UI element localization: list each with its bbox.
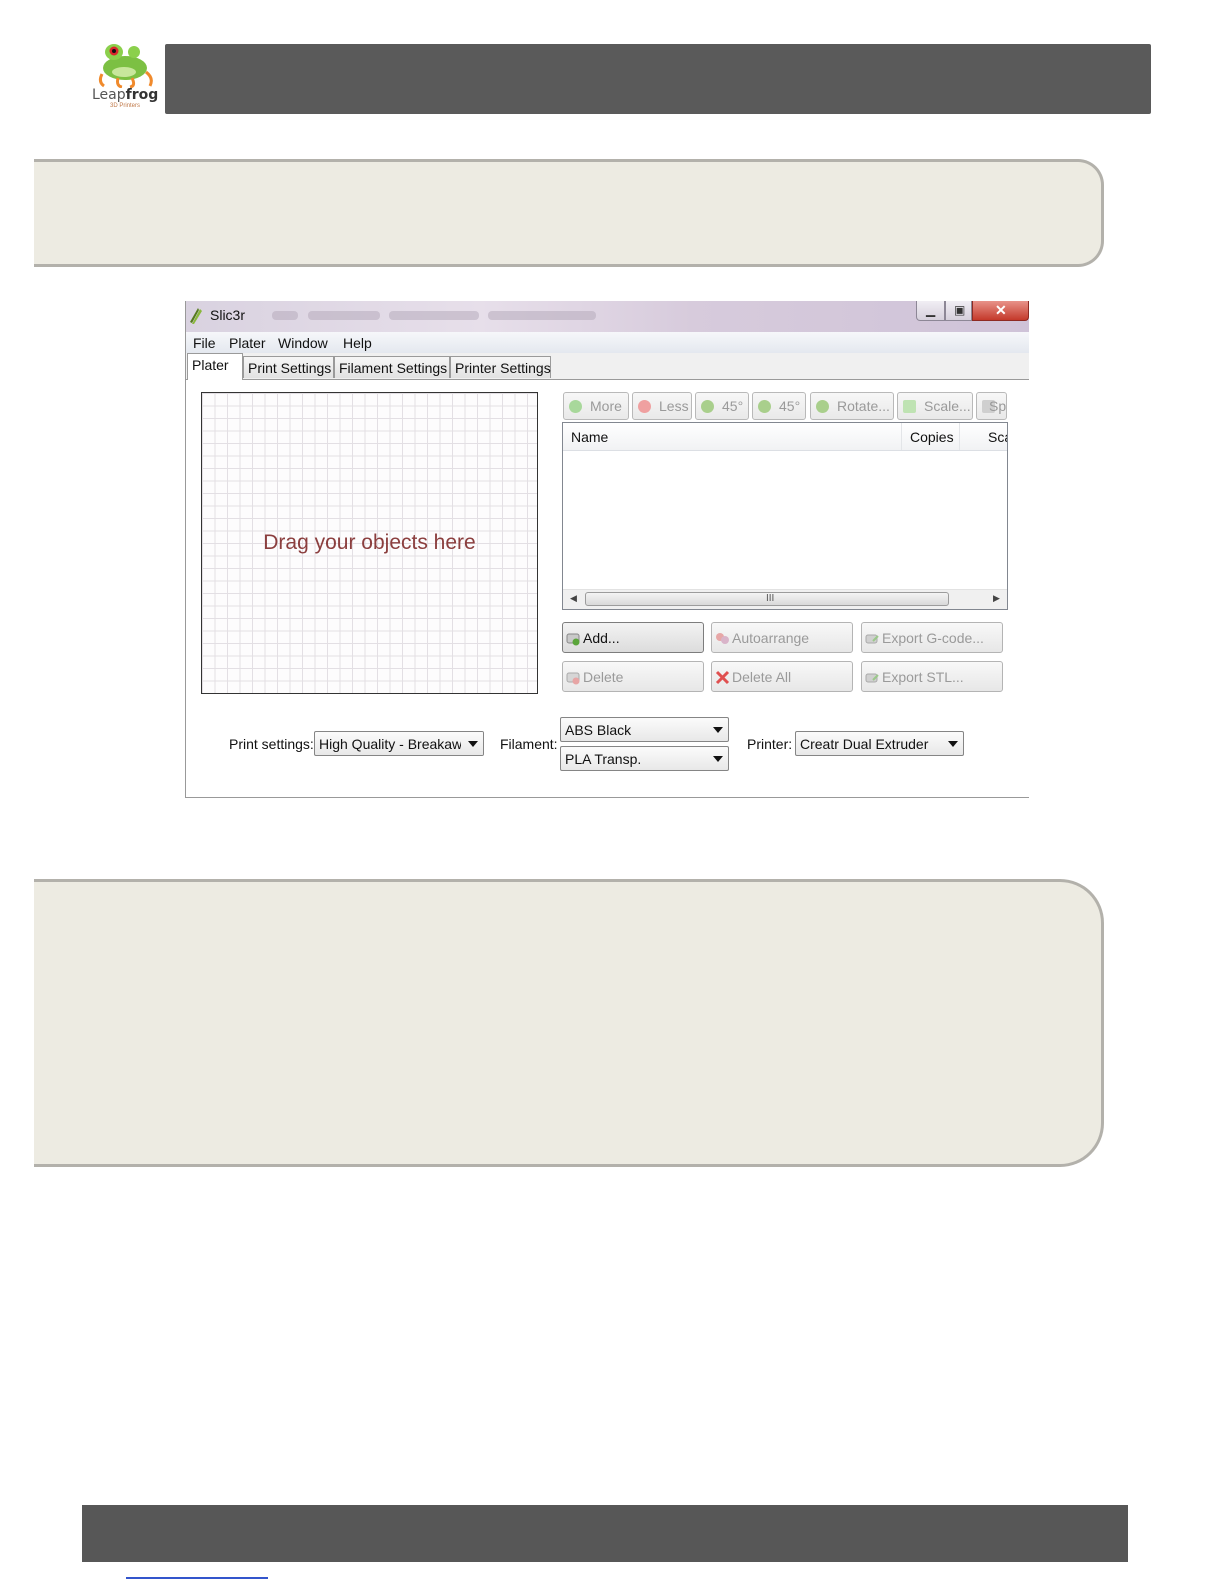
less-button[interactable]: Less (632, 392, 692, 420)
frog-icon (98, 44, 153, 88)
delete-all-icon (715, 670, 730, 685)
printer-label: Printer: (747, 736, 793, 752)
export-gcode-icon (865, 634, 879, 644)
delete-button[interactable]: Delete (562, 661, 704, 692)
print-settings-select[interactable]: High Quality - Breakaway (314, 731, 484, 756)
rotate-left-45-button[interactable]: 45° (695, 392, 749, 420)
logo-wordmark: Leapfrog (92, 87, 159, 103)
tab-plater[interactable]: Plater (187, 353, 243, 380)
tab-filament-settings[interactable]: Filament Settings (334, 356, 450, 378)
chevron-down-icon (713, 727, 723, 733)
tab-print-settings[interactable]: Print Settings (243, 356, 334, 378)
filament-select-2[interactable]: PLA Transp. (560, 746, 729, 771)
maximize-button[interactable]: ▣ (945, 301, 972, 321)
add-brick-icon (566, 633, 580, 646)
column-divider (959, 423, 960, 450)
blurred-title-text (488, 311, 596, 320)
print-bed-canvas[interactable]: Drag your objects here (201, 392, 538, 694)
blurred-title-text (389, 311, 479, 320)
split-button[interactable]: Split (976, 392, 1007, 420)
footer-link-underline[interactable] (126, 1577, 268, 1579)
autoarrange-button[interactable]: Autoarrange (711, 622, 853, 653)
minus-circle-icon (638, 400, 651, 413)
rotate-icon (816, 400, 829, 413)
chevron-down-icon (948, 741, 958, 747)
object-list-header: Name Copies Scale (563, 423, 1007, 451)
page-header-bar (165, 44, 1151, 114)
scroll-right-arrow-icon[interactable]: ▶ (993, 593, 1000, 604)
rotate-right-45-button[interactable]: 45° (752, 392, 806, 420)
plus-circle-icon (569, 400, 582, 413)
delete-all-button[interactable]: Delete All (711, 661, 853, 692)
export-stl-button[interactable]: Export STL... (861, 661, 1003, 692)
chevron-down-icon (713, 756, 723, 762)
leapfrog-logo: Leapfrog 3D Printers (92, 42, 158, 116)
print-settings-label: Print settings: (229, 736, 314, 752)
filament-label: Filament: (500, 736, 558, 752)
maximize-icon: ▣ (954, 303, 966, 317)
menu-file[interactable]: File (193, 335, 216, 351)
window-title: Slic3r (210, 307, 246, 323)
close-button[interactable]: ✕ (972, 301, 1029, 321)
menu-bar: File Plater Window Help (186, 332, 1029, 353)
slic3r-app-icon (190, 308, 202, 324)
menu-help[interactable]: Help (343, 335, 372, 351)
export-gcode-button[interactable]: Export G-code... (861, 622, 1003, 653)
logo-tagline: 3D Printers (109, 103, 140, 109)
rotate-button[interactable]: Rotate... (810, 392, 894, 420)
column-name[interactable]: Name (571, 429, 608, 445)
tab-strip: Plater Print Settings Filament Settings … (186, 353, 1029, 380)
scale-button[interactable]: Scale... (897, 392, 973, 420)
column-divider (901, 423, 902, 450)
minimize-button[interactable]: ▁ (916, 301, 945, 321)
scale-icon (903, 400, 916, 413)
callout-box-bottom (34, 879, 1104, 1167)
menu-window[interactable]: Window (278, 335, 328, 351)
slic3r-window: Slic3r ▁ ▣ ✕ File Plater Window Help Pla… (185, 301, 1029, 798)
rotate-right-icon (758, 400, 771, 413)
callout-box-top (34, 159, 1104, 267)
page-footer-bar (82, 1505, 1128, 1562)
more-button[interactable]: More (563, 392, 629, 420)
chevron-down-icon (468, 741, 478, 747)
blurred-title-text (272, 311, 298, 320)
scrollbar-thumb[interactable]: III (585, 592, 949, 606)
close-icon: ✕ (995, 302, 1007, 318)
object-list[interactable]: Name Copies Scale ◀ III ▶ (562, 422, 1008, 610)
delete-brick-icon (566, 672, 580, 685)
title-bar[interactable]: Slic3r ▁ ▣ ✕ (186, 301, 1029, 332)
blurred-title-text (308, 311, 380, 320)
filament-select-1[interactable]: ABS Black (560, 717, 729, 742)
column-copies[interactable]: Copies (910, 429, 954, 445)
menu-plater[interactable]: Plater (229, 335, 266, 351)
bed-drop-hint: Drag your objects here (263, 531, 476, 554)
export-stl-icon (865, 673, 879, 683)
tab-printer-settings[interactable]: Printer Settings (450, 356, 551, 378)
rotate-left-icon (701, 400, 714, 413)
minimize-icon: ▁ (926, 303, 936, 317)
scroll-grip: III (766, 593, 775, 604)
printer-select[interactable]: Creatr Dual Extruder (795, 731, 964, 756)
scroll-left-arrow-icon[interactable]: ◀ (570, 593, 577, 604)
plater-panel: Drag your objects here More Less 45° 45°… (186, 380, 1029, 797)
add-button[interactable]: Add... (562, 622, 704, 653)
horizontal-scrollbar[interactable]: ◀ III ▶ (563, 589, 1007, 609)
column-scale[interactable]: Scale (988, 429, 1007, 445)
arrange-icon (716, 633, 729, 644)
